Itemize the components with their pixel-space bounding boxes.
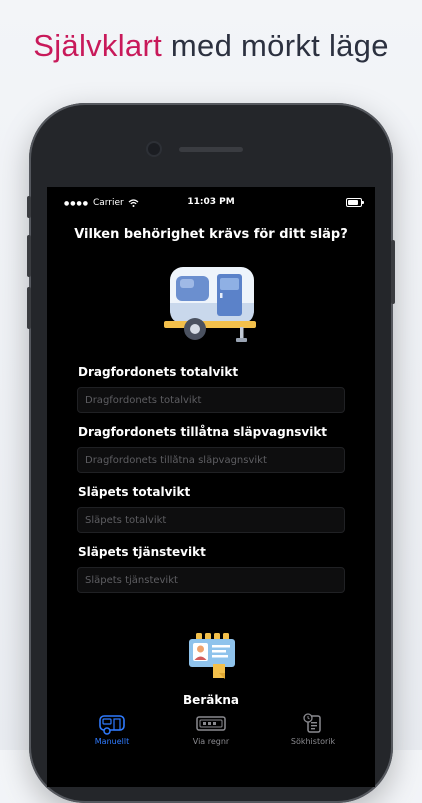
phone-power-button [391, 240, 395, 304]
tab-bar: Manuellt Via regnr Sökhistorik [47, 713, 375, 787]
phone-volume-up [27, 235, 31, 277]
page-question: Vilken behörighet krävs för ditt släp? [74, 227, 348, 242]
status-bar: ●●●● Carrier 11:03 PM [47, 187, 375, 217]
trailer-curb-weight-input[interactable] [77, 567, 345, 593]
trailer-total-weight-input[interactable] [77, 507, 345, 533]
battery-icon [346, 198, 364, 207]
promo-headline: Självklart med mörkt läge [0, 28, 422, 64]
field-label-towing-allowed-trailer-weight: Dragfordonets tillåtna släpvagnsvikt [78, 425, 328, 439]
tab-manual-label: Manuellt [94, 737, 130, 746]
status-time: 11:03 PM [187, 197, 235, 207]
towing-total-weight-input[interactable] [77, 387, 345, 413]
towing-allowed-trailer-weight-input[interactable] [77, 447, 345, 473]
tab-manual[interactable]: Manuellt [72, 713, 152, 746]
history-icon [303, 713, 321, 733]
license-plate-icon [196, 716, 226, 731]
field-label-trailer-total-weight: Släpets totalvikt [78, 485, 191, 499]
caravan-illustration [164, 267, 256, 342]
earpiece-speaker [179, 147, 243, 152]
calculate-button[interactable]: Beräkna [47, 693, 375, 707]
front-camera [148, 143, 160, 155]
tab-history-label: Sökhistorik [290, 737, 336, 746]
tab-via-regnr-label: Via regnr [192, 737, 230, 746]
trailer-icon [99, 715, 125, 735]
tab-history[interactable]: Sökhistorik [273, 713, 353, 746]
app-screen: ●●●● Carrier 11:03 PM Vilken behörighet … [47, 187, 375, 787]
phone-mute-switch [27, 196, 31, 218]
tab-via-regnr[interactable]: Via regnr [171, 713, 251, 746]
headline-rest: med mörkt läge [162, 28, 389, 63]
field-label-towing-total-weight: Dragfordonets totalvikt [78, 365, 239, 379]
phone-volume-down [27, 287, 31, 329]
calculate-icon[interactable] [187, 633, 237, 679]
headline-accent: Självklart [33, 28, 162, 63]
field-label-trailer-curb-weight: Släpets tjänstevikt [78, 545, 206, 559]
